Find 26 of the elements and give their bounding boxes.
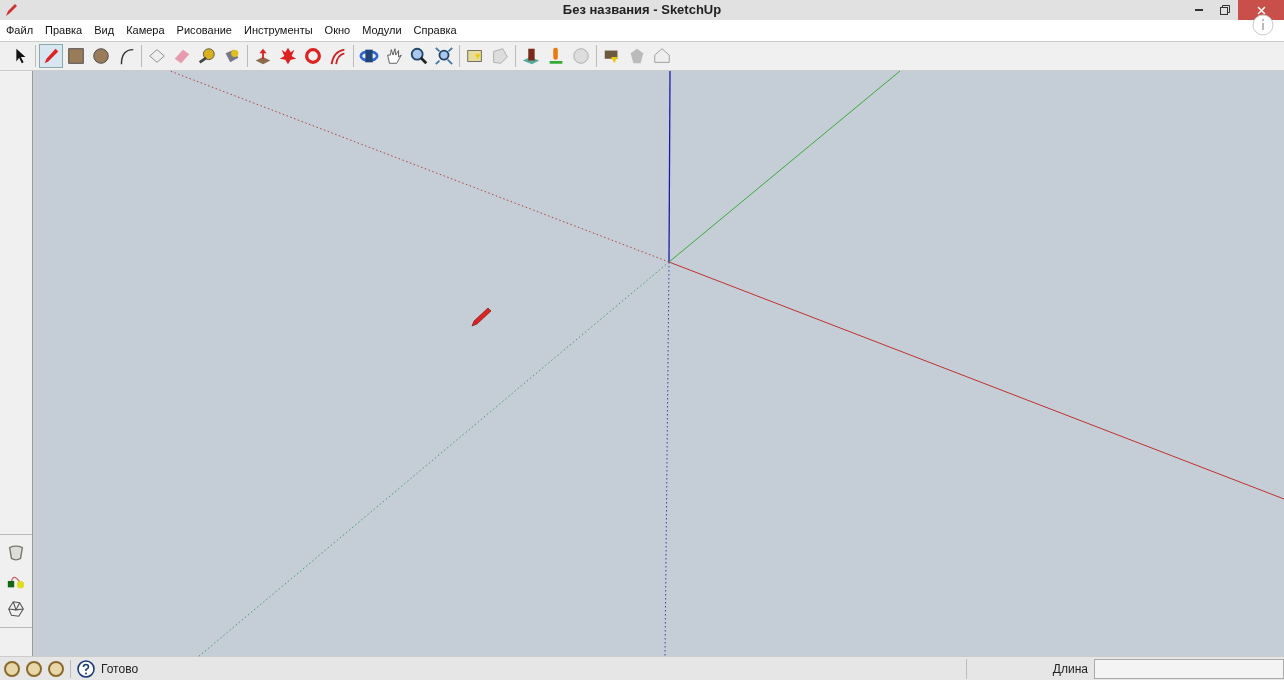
menu-item[interactable]: Камера bbox=[120, 22, 171, 39]
menu-item[interactable]: Справка bbox=[407, 22, 463, 39]
menu-item[interactable]: Файл bbox=[0, 22, 40, 39]
menu-item[interactable]: Рисование bbox=[170, 22, 238, 39]
help-icon[interactable] bbox=[77, 659, 95, 678]
menu-item[interactable]: Инструменты bbox=[238, 22, 319, 39]
status-text: Готово bbox=[101, 660, 139, 678]
minimize-icon bbox=[1195, 9, 1203, 11]
menu-item[interactable]: Модули bbox=[356, 22, 408, 39]
restore-icon bbox=[1220, 5, 1230, 15]
zoom-extents-icon[interactable] bbox=[432, 44, 456, 68]
status-icon[interactable] bbox=[4, 660, 20, 677]
status-icon[interactable] bbox=[48, 660, 64, 677]
info-icon[interactable] bbox=[1252, 14, 1274, 36]
menu-item[interactable]: Вид bbox=[88, 22, 121, 39]
measurement-field[interactable] bbox=[1094, 658, 1284, 679]
window-title: Без названия - SketchUp bbox=[562, 1, 722, 20]
status-icon[interactable] bbox=[26, 660, 42, 677]
menu-item[interactable]: Правка bbox=[39, 22, 89, 39]
measurement-label: Длина bbox=[1052, 660, 1088, 678]
close-icon bbox=[1256, 5, 1266, 15]
app-logo-icon bbox=[4, 3, 18, 17]
close-button[interactable] bbox=[1238, 0, 1284, 20]
pencil-cursor-icon bbox=[471, 307, 493, 327]
pencil-icon[interactable] bbox=[39, 44, 63, 68]
menu-item[interactable]: Окно bbox=[318, 22, 357, 39]
